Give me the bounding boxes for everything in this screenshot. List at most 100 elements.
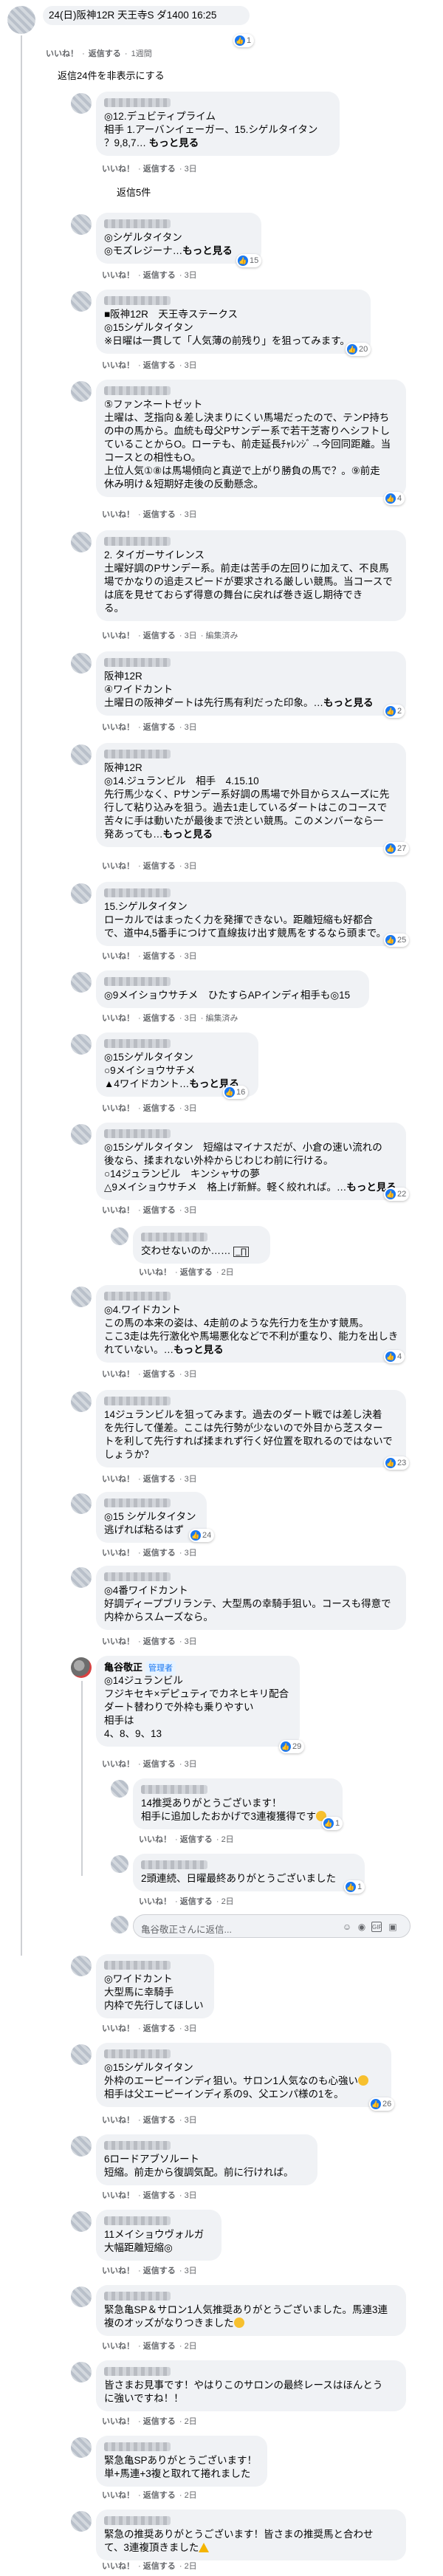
- avatar[interactable]: [71, 1391, 92, 1412]
- avatar[interactable]: [71, 2437, 92, 2458]
- comment-bubble: 阪神12R ◎14.ジュランビル 相手 4.15.10 先行馬少なく、Pサンデー…: [96, 743, 406, 847]
- comment-bubble: 2. タイガーサイレンス 土曜好調のPサンデー系。前走は苦手の左回りに加えて、不…: [96, 530, 406, 621]
- avatar[interactable]: [71, 1124, 92, 1145]
- comment-meta: いいね！ · 返信する · 3日: [102, 1760, 197, 1769]
- reaction-count[interactable]: 👍 27: [384, 842, 410, 855]
- comment-bubble: 交わせないのか…… _∏: [133, 1226, 270, 1264]
- reaction-count[interactable]: 👍 4: [384, 492, 405, 505]
- reaction-count[interactable]: 👍 29: [279, 1740, 305, 1753]
- comment-bubble: 6ロードアブソルート 短縮。前走から復調気配。前に行ければ。: [96, 2134, 317, 2185]
- reaction-count[interactable]: 👍 16: [223, 1086, 249, 1099]
- author-name[interactable]: [104, 97, 332, 109]
- reaction-count[interactable]: 👍 4: [384, 1350, 405, 1363]
- comment-meta: いいね！ · 返信する · 2日: [139, 1268, 234, 1277]
- comment-thread: 24(日)阪神12R 天王寺S ダ1400 16:25 👍 1 いいね！ · 返…: [0, 0, 443, 2576]
- avatar[interactable]: [71, 2362, 92, 2383]
- comment-bubble: 11メイショウヴォルガ 大幅距離短縮◎: [96, 2210, 222, 2261]
- avatar[interactable]: [71, 972, 92, 993]
- reply-link[interactable]: 返信する: [89, 49, 121, 58]
- comment-bubble: 緊急亀SP＆サロン1人気推奨ありがとうございました。馬連3連 複のオッズがなりつ…: [96, 2285, 406, 2336]
- see-more-link[interactable]: もっと見る: [149, 137, 199, 148]
- comment-text: 24(日)阪神12R 天王寺S ダ1400 16:25: [49, 10, 217, 21]
- comment-meta: いいね！ · 返信する · 3日: [102, 2116, 197, 2125]
- comment-meta: いいね！ · 返信する · 3日: [102, 1549, 197, 1558]
- comment-meta: いいね！ · 返信する · 3日: [102, 165, 197, 174]
- reaction-count[interactable]: 👍 22: [384, 1188, 410, 1201]
- hide-replies-link[interactable]: 返信24件を非表示にする: [58, 68, 165, 82]
- avatar[interactable]: [71, 1493, 92, 1514]
- admin-badge: 管理者: [145, 1661, 176, 1676]
- smile-emoji-icon: [233, 2318, 244, 2328]
- reply-input[interactable]: 亀谷敬正さんに返信... ☺ ◉ GIF ▣: [133, 1914, 411, 1938]
- avatar[interactable]: [71, 532, 92, 552]
- see-more-link[interactable]: もっと見る: [182, 245, 233, 256]
- reaction-count[interactable]: 👍 2: [384, 705, 405, 718]
- admin-avatar[interactable]: [71, 1657, 92, 1678]
- comment-bubble: 亀谷敬正 管理者 ◎14ジュランビル フジキセキ×デピュティでカネヒキリ配合 ダー…: [96, 1656, 300, 1747]
- avatar[interactable]: [71, 291, 92, 312]
- reaction-count[interactable]: 👍 1: [233, 34, 255, 47]
- avatar[interactable]: [71, 2286, 92, 2307]
- see-more-link[interactable]: もっと見る: [174, 1344, 224, 1355]
- reaction-count[interactable]: 👍 20: [346, 343, 371, 356]
- avatar[interactable]: [71, 1567, 92, 1588]
- sticker-icon[interactable]: ▣: [388, 1922, 398, 1932]
- reaction-count[interactable]: 👍 1: [344, 1880, 365, 1894]
- comment-meta: いいね！ · 返信する · 2日: [102, 2417, 197, 2426]
- avatar[interactable]: [111, 1227, 128, 1245]
- comment-bubble: 14ジュランビルを狙ってみます。過去のダート戦では差し決着 を先行して僅差。ここ…: [96, 1390, 406, 1467]
- thread-line: [21, 35, 22, 1956]
- avatar[interactable]: [111, 1855, 128, 1873]
- smiley-icon[interactable]: ☺: [342, 1922, 352, 1932]
- comment-meta: いいね！ · 返信する · 2日: [139, 1897, 234, 1906]
- comment-meta: いいね！ · 返信する · 3日: [102, 2267, 197, 2275]
- comment-meta: いいね！ · 返信する · 3日: [102, 1206, 197, 1215]
- timestamp: 1週間: [131, 49, 152, 58]
- avatar[interactable]: [71, 1034, 92, 1055]
- comment-bubble: ⑤ファンネートゼット 土曜は、芝指向＆差し決まりにくい馬場だったので、テンP持ち…: [96, 380, 406, 497]
- stepped-line-icon: _∏: [233, 1247, 250, 1257]
- comment-bubble: ◎9メイショウサチメ ひたすらAPインディ相手も◎15: [96, 970, 369, 1008]
- avatar[interactable]: [71, 1956, 92, 1976]
- reaction-count[interactable]: 👍 1: [322, 1817, 343, 1830]
- comment-meta: いいね！ · 返信する · 2日: [102, 2562, 197, 2571]
- author-name[interactable]: 亀谷敬正: [104, 1662, 142, 1673]
- avatar[interactable]: [71, 883, 92, 904]
- view-replies-link[interactable]: 返信5件: [117, 185, 151, 199]
- camera-icon[interactable]: ◉: [357, 1922, 367, 1932]
- avatar[interactable]: [71, 2044, 92, 2065]
- avatar[interactable]: [71, 93, 92, 114]
- comment-meta: いいね！ · 返信する · 3日: [102, 1104, 197, 1113]
- reaction-count[interactable]: 👍 25: [384, 934, 410, 947]
- comment-bubble: ■阪神12R 天王寺ステークス ◎15シゲルタイタン ※日曜は一貫して「人気薄の…: [96, 290, 371, 354]
- avatar[interactable]: [71, 653, 92, 674]
- comment-meta: いいね！ · 返信する · 3日: [102, 2024, 197, 2033]
- comment-meta: いいね！ · 返信する · 3日: [102, 1475, 197, 1484]
- comment-bubble: 24(日)阪神12R 天王寺S ダ1400 16:25: [43, 6, 250, 25]
- reaction-count[interactable]: 👍 24: [189, 1529, 215, 1542]
- avatar[interactable]: [71, 1287, 92, 1307]
- comment-meta: いいね！ · 返信する · 3日: [102, 271, 197, 280]
- reaction-count[interactable]: 👍 26: [369, 2097, 395, 2111]
- reaction-count[interactable]: 👍 23: [384, 1456, 410, 1470]
- comment-meta: いいね！ · 返信する · 3日: [102, 2191, 197, 2200]
- avatar[interactable]: [71, 744, 92, 765]
- comment-meta: いいね！ · 返信する · 3日: [102, 1637, 197, 1646]
- avatar[interactable]: [71, 381, 92, 402]
- see-more-link[interactable]: もっと見る: [323, 697, 374, 708]
- avatar[interactable]: [111, 1780, 128, 1798]
- comment-bubble: 緊急の推奨ありがとうございます！皆さまの推奨馬と合わせ て、3連複頂きました: [96, 2510, 406, 2560]
- comment-bubble: 15.シゲルタイタン ローカルではまったく力を発揮できない。距離短縮も好都合 で…: [96, 882, 406, 946]
- comment-bubble: ◎15シゲルタイタン 外枠のエーピーインディ狙い。サロン1人気なのも心強い 相手…: [96, 2043, 391, 2107]
- avatar[interactable]: [71, 2136, 92, 2157]
- see-more-link[interactable]: もっと見る: [163, 829, 213, 840]
- gif-icon[interactable]: GIF: [371, 1922, 382, 1932]
- avatar[interactable]: [71, 2211, 92, 2232]
- comment-meta: いいね！ · 返信する · 3日 · 編集済み: [102, 631, 238, 640]
- comment-meta: いいね！ · 返信する · 3日: [102, 862, 197, 871]
- like-link[interactable]: いいね！: [46, 49, 78, 58]
- avatar[interactable]: [71, 2511, 92, 2532]
- reaction-count[interactable]: 👍 15: [236, 254, 262, 267]
- avatar[interactable]: [7, 6, 35, 34]
- avatar[interactable]: [71, 214, 92, 235]
